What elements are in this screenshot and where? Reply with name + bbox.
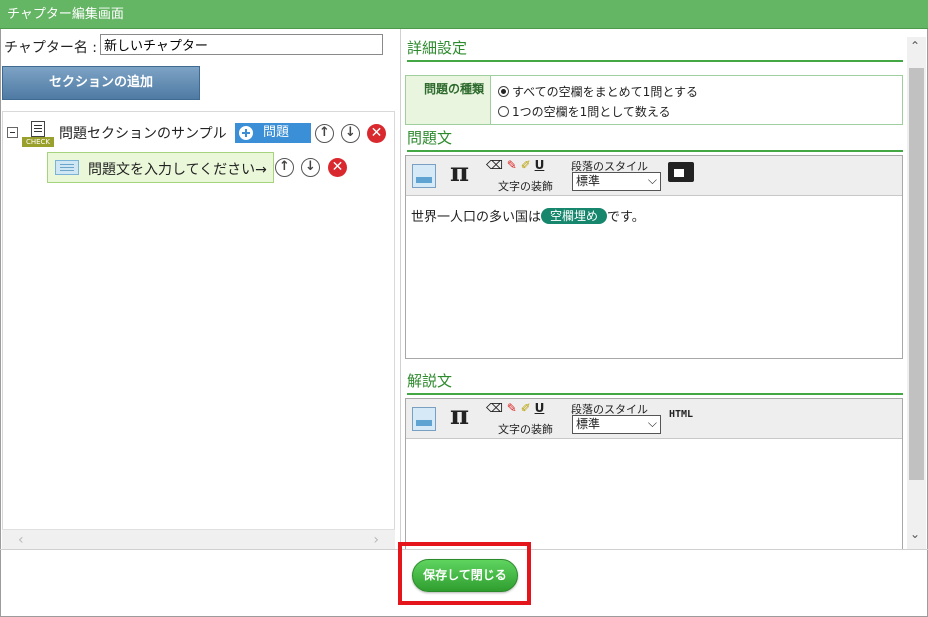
question-body-text[interactable]: 世界一人口の多い国は 空欄埋め です。 (411, 206, 645, 225)
question-move-up-icon[interactable]: ↑ (275, 158, 294, 177)
question-type-table: 問題の種類 すべての空欄をまとめて1問とする 1つの空欄を1問として数える (405, 75, 903, 125)
radio-option-all-label: すべての空欄をまとめて1問とする (512, 85, 698, 99)
question-heading: 問題文 (407, 127, 903, 152)
check-badge: CHECK (22, 137, 54, 147)
check-section-icon: CHECK (22, 121, 54, 148)
radio-option-all[interactable]: すべての空欄をまとめて1問とする (498, 83, 698, 100)
radio-unchecked-icon[interactable] (498, 106, 509, 117)
add-section-button[interactable]: セクションの追加 (2, 66, 200, 100)
section-tree: CHECK 問題セクションのサンプル 問題 ↑ ↓ ✕ 問題文を入力してください… (2, 111, 395, 536)
decoration-label: 文字の装飾 (498, 180, 553, 193)
scroll-up-icon[interactable]: ⌃ (910, 39, 920, 53)
question-body-after: です。 (607, 210, 645, 225)
horizontal-scrollbar[interactable]: ‹ › (2, 529, 395, 549)
radio-option-each-label: 1つの空欄を1問として数える (512, 105, 671, 119)
text-decoration-group: ⌫ ✎ ✐ U 文字の装飾 (482, 158, 566, 194)
paragraph-style-select[interactable]: 標準 (572, 415, 661, 434)
left-pane: チャプター名 : セクションの追加 CHECK 問題セクションのサンプル 問題 … (0, 29, 399, 549)
pi-icon[interactable]: π (450, 401, 469, 431)
save-and-close-button[interactable]: 保存して閉じる (412, 559, 518, 592)
scroll-down-icon[interactable]: ⌄ (910, 527, 920, 541)
decoration-icons[interactable]: ⌫ ✎ ✐ U (486, 158, 544, 172)
blank-chip[interactable]: 空欄埋め (541, 208, 608, 224)
explanation-editor[interactable]: π ⌫ ✎ ✐ U 文字の装飾 段落のスタイル 標準 HTML (405, 398, 903, 549)
source-edit-icon[interactable] (668, 162, 694, 182)
question-type-label: 問題の種類 (406, 76, 491, 124)
collapse-toggle-icon[interactable] (7, 127, 18, 138)
chapter-name-input[interactable] (100, 34, 383, 55)
underline-icon[interactable]: U (535, 401, 545, 415)
question-body-before: 世界一人口の多い国は (411, 210, 542, 225)
pi-icon[interactable]: π (450, 158, 469, 188)
add-question-button[interactable]: 問題 (235, 123, 311, 143)
question-label: 問題文を入力してください→ (88, 162, 267, 178)
document-icon (31, 121, 45, 137)
underline-icon[interactable]: U (535, 158, 545, 172)
question-editor-toolbar: π ⌫ ✎ ✐ U 文字の装飾 段落のスタイル 標準 (406, 156, 902, 196)
section-label[interactable]: 問題セクションのサンプル (59, 123, 227, 143)
add-question-label: 問題 (263, 125, 290, 140)
scroll-right-icon[interactable]: › (373, 532, 379, 548)
insert-image-icon[interactable] (412, 407, 436, 431)
question-icon (55, 160, 79, 175)
radio-option-each[interactable]: 1つの空欄を1問として数える (498, 103, 671, 120)
insert-image-icon[interactable] (412, 164, 436, 188)
paragraph-style-select[interactable]: 標準 (572, 172, 661, 191)
decoration-label: 文字の装飾 (498, 423, 553, 436)
scrollbar-thumb[interactable] (909, 68, 924, 480)
delete-question-icon[interactable]: ✕ (328, 158, 347, 177)
html-button[interactable]: HTML (669, 409, 693, 420)
right-pane: 詳細設定 問題の種類 すべての空欄をまとめて1問とする 1つの空欄を1問として数… (400, 29, 927, 549)
question-editor[interactable]: π ⌫ ✎ ✐ U 文字の装飾 段落のスタイル 標準 世界一人口の多い国は空欄埋… (405, 155, 903, 359)
decoration-icons[interactable]: ⌫ ✎ ✐ U (486, 401, 544, 415)
plus-icon (239, 126, 253, 140)
move-up-icon[interactable]: ↑ (315, 124, 334, 143)
window-title: チャプター編集画面 (0, 0, 928, 29)
explanation-heading: 解説文 (407, 370, 903, 395)
chapter-name-label: チャプター名 : (4, 40, 98, 56)
explanation-editor-toolbar: π ⌫ ✎ ✐ U 文字の装飾 段落のスタイル 標準 HTML (406, 399, 902, 439)
move-down-icon[interactable]: ↓ (341, 124, 360, 143)
delete-section-icon[interactable]: ✕ (367, 124, 386, 143)
question-move-down-icon[interactable]: ↓ (301, 158, 320, 177)
text-decoration-group: ⌫ ✎ ✐ U 文字の装飾 (482, 401, 566, 437)
scroll-left-icon[interactable]: ‹ (18, 532, 24, 548)
details-heading: 詳細設定 (407, 37, 903, 62)
question-item[interactable]: 問題文を入力してください→ (47, 152, 274, 183)
radio-checked-icon[interactable] (498, 86, 509, 97)
vertical-scrollbar[interactable]: ⌃ ⌄ (907, 37, 926, 549)
